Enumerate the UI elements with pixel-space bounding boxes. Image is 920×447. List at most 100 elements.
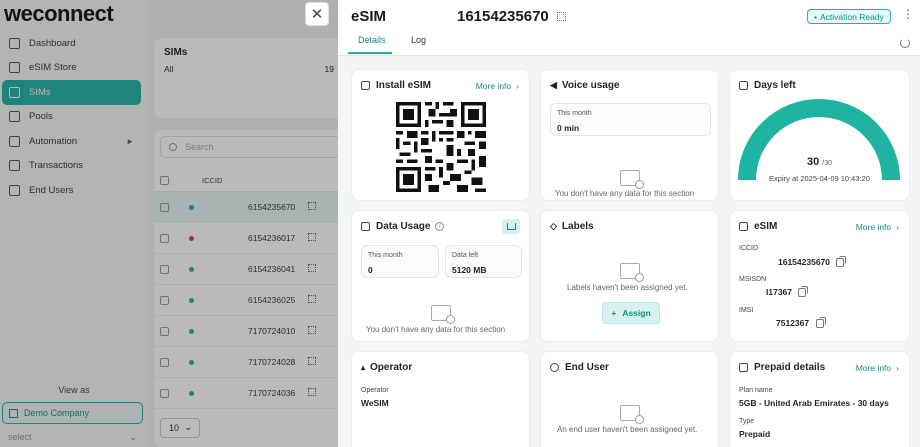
signal-icon: ▴ xyxy=(361,363,366,372)
assign-label: Assign xyxy=(622,308,651,318)
data-usage-title-text: Data Usage xyxy=(376,221,431,232)
qr-code-icon xyxy=(361,81,370,90)
sim-detail-drawer: eSIM 16154235670 • Activation Ready ⋮ Det… xyxy=(338,0,920,447)
assign-label-button[interactable]: + Assign xyxy=(602,302,660,324)
esim-more-info-link[interactable]: More info › xyxy=(856,222,899,232)
chevron-right-icon: › xyxy=(896,222,899,232)
labels-empty-text: Labels haven't been assigned yet. xyxy=(567,283,688,292)
esim-info-title: eSIM xyxy=(739,221,777,232)
close-icon: ✕ xyxy=(310,6,324,23)
data-usage-title: Data Usage i xyxy=(361,221,445,232)
iccid-label: ICCID xyxy=(739,245,759,252)
empty-state-icon xyxy=(620,263,644,282)
more-info-label: More info xyxy=(855,222,892,232)
data-icon xyxy=(361,222,370,231)
end-user-card: End User An end user haven't been assign… xyxy=(540,351,719,447)
copy-icon[interactable] xyxy=(798,286,808,297)
msisdn-value: I17367 xyxy=(766,287,792,297)
install-esim-card: Install eSIM More info › xyxy=(351,69,530,201)
prepaid-title-text: Prepaid details xyxy=(754,362,826,373)
tab-details[interactable]: Details xyxy=(358,35,386,45)
data-left-value: 5120 MB xyxy=(452,265,487,275)
voice-usage-title: ◀ Voice usage xyxy=(550,80,620,91)
data-this-month-label: This month xyxy=(368,252,403,259)
esim-info-card: eSIM More info › ICCID 16154235670 MSISDN… xyxy=(729,210,910,342)
install-more-info-link[interactable]: More info › xyxy=(476,81,519,91)
days-left-title: Days left xyxy=(739,80,796,91)
user-icon xyxy=(550,363,559,372)
end-user-title-text: End User xyxy=(565,362,609,373)
more-info-label: More info xyxy=(475,81,512,91)
tag-icon: ◇ xyxy=(550,221,557,231)
active-tab-indicator xyxy=(348,52,392,54)
install-esim-title-text: Install eSIM xyxy=(376,80,432,91)
days-left-total: /30 xyxy=(822,160,833,167)
data-usage-empty-text: You don't have any data for this section xyxy=(366,325,506,334)
empty-state-icon xyxy=(620,405,644,424)
gauge-fill xyxy=(738,99,900,181)
voice-empty-text: You don't have any data for this section xyxy=(555,189,695,198)
operator-title: ▴ Operator xyxy=(361,362,412,373)
end-user-title: End User xyxy=(550,362,609,373)
sim-number: 16154235670 xyxy=(457,8,549,25)
download-button[interactable] xyxy=(502,219,520,234)
drawer-header: eSIM 16154235670 • Activation Ready ⋮ Det… xyxy=(338,0,920,56)
status-badge: • Activation Ready xyxy=(807,9,891,24)
status-dot-icon: • xyxy=(814,11,817,22)
days-left-value: 30 /30 xyxy=(730,156,909,168)
days-left-gauge xyxy=(738,99,900,181)
labels-title-text: Labels xyxy=(561,221,594,232)
esim-info-title-text: eSIM xyxy=(754,221,778,232)
voice-this-month: This month 0 min xyxy=(550,103,711,136)
labels-title: ◇ Labels xyxy=(550,221,594,232)
data-usage-card: Data Usage i This month 0 Data left 5120 … xyxy=(351,210,530,342)
status-text: Activation Ready xyxy=(819,11,884,22)
operator-label: Operator xyxy=(361,387,389,394)
data-left: Data left 5120 MB xyxy=(445,245,522,278)
chevron-right-icon: › xyxy=(516,81,519,91)
days-left-number: 30 xyxy=(806,156,820,168)
voice-usage-card: ◀ Voice usage This month 0 min You don't … xyxy=(540,69,719,201)
tab-log[interactable]: Log xyxy=(411,35,426,45)
sim-icon xyxy=(739,222,748,231)
type-value: Prepaid xyxy=(739,429,771,439)
expiry-date: Expiry at 2025-04-09 10:43:20 xyxy=(769,174,870,183)
labels-card: ◇ Labels Labels haven't been assigned yet… xyxy=(540,210,719,342)
end-user-empty-text: An end user haven't been assigned yet. xyxy=(557,425,698,434)
operator-title-text: Operator xyxy=(370,362,413,373)
more-options-icon[interactable]: ⋮ xyxy=(902,8,914,20)
type-label: Type xyxy=(739,418,755,425)
data-this-month: This month 0 xyxy=(361,245,439,278)
data-this-month-value: 0 xyxy=(368,265,373,275)
imsi-label: IMSI xyxy=(739,307,754,314)
prepaid-title: Prepaid details xyxy=(739,362,825,373)
voice-this-month-value: 0 min xyxy=(557,123,580,133)
data-left-label: Data left xyxy=(452,252,479,259)
days-left-card: Days left 30 /30 Expiry at 2025-04-09 10… xyxy=(729,69,910,201)
plan-value: 5GB - United Arab Emirates - 30 days xyxy=(739,398,889,408)
chevron-right-icon: › xyxy=(896,363,899,373)
operator-card: ▴ Operator Operator WeSIM xyxy=(351,351,530,447)
voice-usage-title-text: Voice usage xyxy=(561,80,620,91)
refresh-icon[interactable] xyxy=(900,38,910,48)
info-icon[interactable]: i xyxy=(435,222,445,231)
iccid-value: 16154235670 xyxy=(778,257,831,267)
msisdn-label: MSISDN xyxy=(739,276,767,283)
plus-icon: + xyxy=(611,308,617,318)
voice-this-month-label: This month xyxy=(557,110,592,117)
days-left-title-text: Days left xyxy=(754,80,796,91)
operator-value: WeSIM xyxy=(361,398,389,408)
copy-icon[interactable] xyxy=(816,317,826,328)
calendar-icon xyxy=(739,81,748,90)
drawer-title: eSIM xyxy=(351,8,387,25)
imsi-value: 7512367 xyxy=(776,318,810,328)
install-esim-title: Install eSIM xyxy=(361,80,431,91)
card-icon xyxy=(739,363,748,372)
prepaid-details-card: Prepaid details More info › Plan name 5GB… xyxy=(729,351,910,447)
empty-state-icon xyxy=(620,170,644,189)
empty-state-icon xyxy=(431,305,455,324)
prepaid-more-info-link[interactable]: More info › xyxy=(856,363,899,373)
close-button[interactable]: ✕ xyxy=(305,2,329,26)
copy-icon[interactable] xyxy=(836,256,846,267)
qr-code-icon[interactable] xyxy=(557,12,566,21)
